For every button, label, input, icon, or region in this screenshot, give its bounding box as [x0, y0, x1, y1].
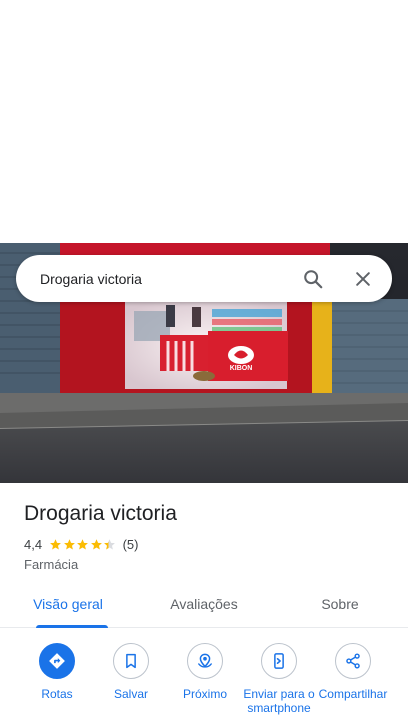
action-label: Compartilhar: [318, 687, 388, 701]
clear-search-button[interactable]: [340, 256, 386, 302]
search-input[interactable]: [16, 255, 290, 302]
tab-reviews[interactable]: Avaliações: [136, 583, 272, 627]
save-button-circle: [113, 643, 149, 679]
star-icon: [50, 538, 61, 549]
tab-label: Sobre: [321, 596, 359, 612]
action-label: Salvar: [113, 687, 148, 701]
kibon-sign: KIBON: [230, 365, 253, 372]
tab-overview[interactable]: Visão geral: [0, 583, 136, 628]
share-icon: [346, 653, 360, 669]
directions-button[interactable]: Rotas: [20, 643, 94, 715]
search-button[interactable]: [290, 256, 336, 302]
star-icon: [104, 538, 115, 549]
star-icon: [63, 538, 75, 549]
nearby-button-circle: [187, 643, 223, 679]
nearby-button[interactable]: Próximo: [168, 643, 242, 715]
save-button[interactable]: Salvar: [94, 643, 168, 715]
tab-label: Visão geral: [33, 596, 103, 612]
rating-value: 4,4: [24, 536, 43, 552]
maps-place-page: KIBON Drogaria victoria Drogaria victori…: [0, 0, 408, 726]
bookmark-icon: [126, 653, 136, 669]
place-tabs: Visão geral Avaliações Sobre: [0, 583, 408, 628]
send-to-phone-button[interactable]: Enviar para o smartphone: [242, 643, 316, 715]
action-buttons: Rotas Salvar Próximo Enviar para o smart…: [20, 643, 390, 715]
share-button-circle: [335, 643, 371, 679]
place-sheet: Drogaria victoria 4,4 (5) Farmácia Visão…: [0, 483, 408, 726]
nearby-icon: [198, 653, 212, 668]
search-box: [16, 255, 392, 302]
active-tab-indicator: [36, 625, 108, 628]
action-label: Enviar para o smartphone: [243, 687, 315, 715]
action-label: Rotas: [41, 687, 73, 701]
star-rating: [49, 538, 117, 551]
directions-button-circle: [39, 643, 75, 679]
place-name: Drogaria victoria: [24, 502, 177, 525]
star-icon: [90, 538, 102, 549]
rating-row[interactable]: 4,4 (5): [24, 536, 138, 552]
tab-about[interactable]: Sobre: [272, 583, 408, 627]
tab-label: Avaliações: [170, 596, 238, 612]
star-icon: [77, 538, 88, 549]
send-to-phone-icon: [274, 653, 284, 669]
search-icon: [304, 269, 323, 288]
place-category[interactable]: Farmácia: [24, 557, 78, 572]
review-count[interactable]: (5): [123, 537, 139, 552]
share-button[interactable]: Compartilhar: [316, 643, 390, 715]
directions-icon: [49, 653, 65, 669]
action-label: Próximo: [182, 687, 227, 701]
send-to-phone-button-circle: [261, 643, 297, 679]
close-icon: [356, 271, 370, 286]
